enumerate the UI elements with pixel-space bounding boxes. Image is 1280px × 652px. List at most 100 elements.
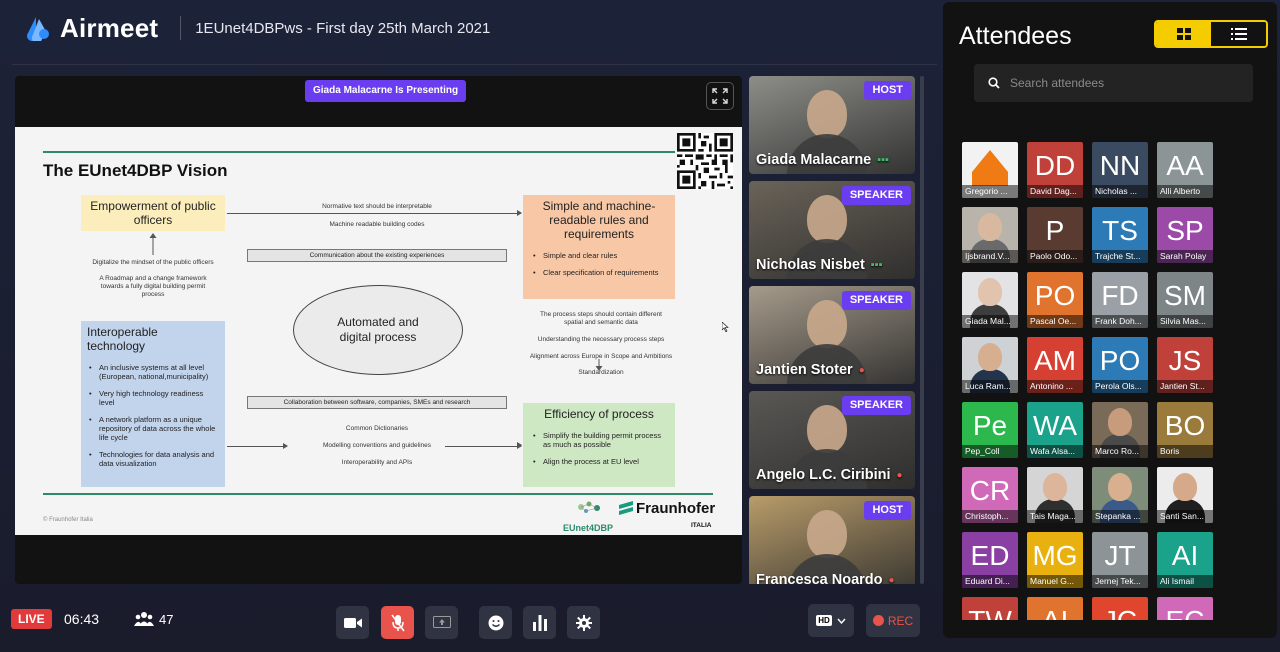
attendee-card[interactable]: Stepanka ... bbox=[1092, 467, 1148, 523]
reactions-button[interactable] bbox=[479, 606, 512, 639]
attendee-card[interactable]: P Paolo Odo... bbox=[1027, 207, 1083, 263]
center-label: Automated and digital process bbox=[337, 315, 419, 344]
attendee-name: Santi San... bbox=[1157, 510, 1213, 523]
attendee-card[interactable]: Santi San... bbox=[1157, 467, 1213, 523]
speaker-silhouette bbox=[807, 510, 847, 558]
audio-level-icon: ▪▪▪ bbox=[870, 259, 883, 271]
search-box bbox=[974, 64, 1253, 102]
attendee-name: Stepanka ... bbox=[1092, 510, 1148, 523]
attendee-grid: Gregorio ... DD David Dag... NN Nicholas ...… bbox=[962, 142, 1222, 620]
attendee-name: Jernej Tek... bbox=[1092, 575, 1148, 588]
speaker-silhouette bbox=[807, 90, 847, 138]
grid-view-button[interactable] bbox=[1156, 22, 1211, 46]
attendee-card[interactable]: TS Trajche St... bbox=[1092, 207, 1148, 263]
attendee-name: Eduard Di... bbox=[962, 575, 1018, 588]
video-camera-icon bbox=[343, 617, 362, 628]
list-item: Simplify the building permit process as … bbox=[531, 431, 667, 449]
tiles-scrollbar[interactable] bbox=[920, 76, 924, 584]
list-item: Very high technology readiness level bbox=[87, 389, 219, 407]
share-screen-button[interactable] bbox=[425, 606, 458, 639]
polls-button[interactable] bbox=[523, 606, 556, 639]
speaker-tile[interactable]: SPEAKER Angelo L.C. Ciribini ● bbox=[749, 391, 915, 489]
attendee-card[interactable]: Luca Ram... bbox=[962, 337, 1018, 393]
avatar-initials: NN bbox=[1099, 150, 1141, 181]
attendee-card[interactable]: JS Jantien St... bbox=[1157, 337, 1213, 393]
interop-box: Interoperable technology An inclusive sy… bbox=[81, 321, 225, 487]
attendee-card[interactable]: AM Antonino ... bbox=[1027, 337, 1083, 393]
presentation-slide: The EUnet4DBP Vision Empowerment of publ… bbox=[15, 127, 742, 535]
mic-muted-icon: ● bbox=[896, 469, 903, 481]
avatar-initials: AI bbox=[1027, 605, 1083, 620]
quality-selector[interactable]: HD bbox=[808, 604, 854, 637]
eunet-logo-icon bbox=[578, 501, 600, 513]
bar-chart-icon bbox=[532, 614, 547, 631]
attendee-card[interactable]: Pe Pep_Coll bbox=[962, 402, 1018, 458]
process-steps-text: The process steps should contain differe… bbox=[539, 311, 662, 326]
speaker-name: Giada Malacarne ▪▪▪ bbox=[756, 152, 889, 168]
attendee-card[interactable]: JC bbox=[1092, 597, 1148, 620]
avatar-initials: Pe bbox=[972, 410, 1008, 441]
settings-button[interactable] bbox=[567, 606, 600, 639]
attendee-card[interactable]: ED Eduard Di... bbox=[962, 532, 1018, 588]
list-view-button[interactable] bbox=[1211, 22, 1266, 46]
attendee-card[interactable]: BO Boris bbox=[1157, 402, 1213, 458]
qr-code-icon bbox=[677, 133, 733, 189]
search-input[interactable] bbox=[1010, 76, 1240, 90]
record-button[interactable]: REC bbox=[866, 604, 920, 637]
attendee-card[interactable]: PO Pascal Oe... bbox=[1027, 272, 1083, 328]
fullscreen-button[interactable] bbox=[706, 82, 734, 110]
attendee-card[interactable]: SM Silvia Mas... bbox=[1157, 272, 1213, 328]
attendee-card[interactable]: Tais Maga... bbox=[1027, 467, 1083, 523]
attendee-name: Wafa Alsa... bbox=[1027, 445, 1083, 458]
attendee-card[interactable]: AI bbox=[1027, 597, 1083, 620]
attendee-card[interactable]: AA Alli Alberto bbox=[1157, 142, 1213, 198]
avatar-initials: ED bbox=[970, 540, 1010, 571]
attendee-name: Ali Ismail bbox=[1157, 575, 1213, 588]
attendee-card[interactable]: PO Perola Ols... bbox=[1092, 337, 1148, 393]
attendee-card[interactable]: Ijsbrand.V... bbox=[962, 207, 1018, 263]
attendee-name: Christoph... bbox=[962, 510, 1018, 523]
attendee-name: Jantien St... bbox=[1157, 380, 1213, 393]
avatar-initials: FD bbox=[1101, 280, 1139, 311]
speaker-tile[interactable]: HOST Giada Malacarne ▪▪▪ bbox=[749, 76, 915, 174]
attendee-card[interactable]: WA Wafa Alsa... bbox=[1027, 402, 1083, 458]
attendee-card[interactable]: Gregorio ... bbox=[962, 142, 1018, 198]
speaker-tile[interactable]: HOST Francesca Noardo ● bbox=[749, 496, 915, 584]
mic-muted-icon: ● bbox=[858, 364, 865, 376]
attendee-card[interactable]: FD Frank Doh... bbox=[1092, 272, 1148, 328]
attendee-card[interactable]: EC bbox=[1157, 597, 1213, 620]
attendee-card[interactable]: NN Nicholas ... bbox=[1092, 142, 1148, 198]
attendee-card[interactable]: TW bbox=[962, 597, 1018, 620]
speaker-tile[interactable]: SPEAKER Jantien Stoter ● bbox=[749, 286, 915, 384]
view-toggle bbox=[1154, 20, 1268, 48]
dictionaries-text: Common Dictionaries bbox=[345, 425, 409, 432]
attendee-card[interactable]: Marco Ro... bbox=[1092, 402, 1148, 458]
attendee-card[interactable]: CR Christoph... bbox=[962, 467, 1018, 523]
chevron-down-icon bbox=[837, 618, 846, 624]
avatar-initials: EC bbox=[1157, 605, 1213, 620]
speaker-name-text: Jantien Stoter bbox=[756, 362, 853, 378]
attendee-card[interactable]: DD David Dag... bbox=[1027, 142, 1083, 198]
attendee-card[interactable]: JT Jernej Tek... bbox=[1092, 532, 1148, 588]
avatar-face bbox=[1043, 473, 1067, 501]
speaker-name-text: Angelo L.C. Ciribini bbox=[756, 467, 891, 483]
attendee-card[interactable]: AI Ali Ismail bbox=[1157, 532, 1213, 588]
record-label: REC bbox=[887, 613, 914, 628]
attendee-card[interactable]: SP Sarah Polay bbox=[1157, 207, 1213, 263]
speaker-tile[interactable]: SPEAKER Nicholas Nisbet ▪▪▪ bbox=[749, 181, 915, 279]
slide-bottom-rule bbox=[43, 493, 713, 495]
avatar-initials: PO bbox=[1034, 280, 1076, 311]
attendee-name: Manuel G... bbox=[1027, 575, 1083, 588]
attendee-card[interactable]: Giada Mal... bbox=[962, 272, 1018, 328]
attendee-card[interactable]: MG Manuel G... bbox=[1027, 532, 1083, 588]
attendee-name: David Dag... bbox=[1027, 185, 1083, 198]
speaker-silhouette bbox=[807, 300, 847, 348]
live-badge: LIVE bbox=[11, 609, 52, 629]
airmeet-app: Airmeet 1EUnet4DBPws - First day 25th Ma… bbox=[0, 0, 1280, 652]
camera-button[interactable] bbox=[336, 606, 369, 639]
modelling-text: Modelling conventions and guidelines bbox=[322, 442, 432, 449]
airmeet-logo[interactable]: Airmeet bbox=[26, 13, 158, 44]
mic-off-icon bbox=[390, 614, 405, 631]
microphone-button[interactable] bbox=[381, 606, 414, 639]
attendee-count[interactable]: 47 bbox=[134, 611, 173, 627]
